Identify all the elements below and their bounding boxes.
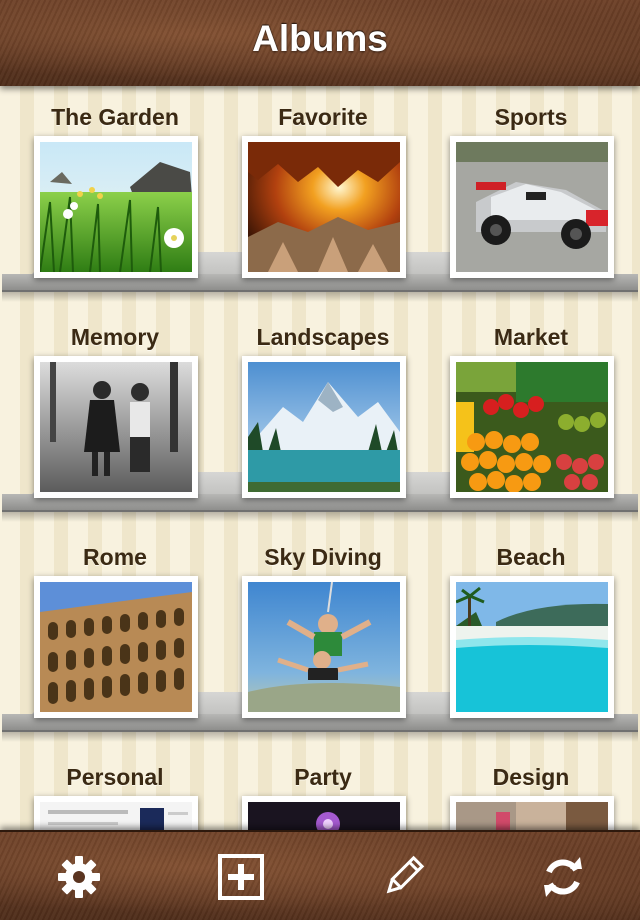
edit-button[interactable] [378,852,428,902]
album-title: Beach [496,544,566,570]
album-title: Landscapes [256,324,390,350]
garden-photo [40,142,192,272]
album-sky-diving[interactable]: Sky Diving [238,526,408,726]
fruit-photo [456,362,608,492]
album-title: Market [493,324,569,350]
album-the-garden[interactable]: The Garden [30,86,200,286]
album-thumbnail[interactable] [34,576,198,718]
album-thumbnail[interactable] [34,356,198,498]
party-photo [248,802,400,832]
album-market[interactable]: Market [446,306,616,506]
refresh-icon [544,857,582,897]
shelf-row: Rome Sky Diving Beach [0,526,640,746]
album-title: Favorite [278,104,368,130]
album-title: Sky Diving [264,544,382,570]
album-rome[interactable]: Rome [30,526,200,726]
album-shelves[interactable]: The Garden Favorite Sports Memory Landsc… [0,86,640,832]
album-thumbnail[interactable] [242,136,406,278]
album-thumbnail[interactable] [450,576,614,718]
album-title: Sports [494,104,568,130]
album-sports[interactable]: Sports [446,86,616,286]
screenshot-photo [40,802,192,832]
album-title: Memory [70,324,160,350]
add-album-icon [218,854,264,900]
album-landscapes[interactable]: Landscapes [238,306,408,506]
pencil-icon [386,855,425,894]
page-title: Albums [252,18,388,59]
album-thumbnail[interactable] [450,356,614,498]
album-thumbnail[interactable] [34,136,198,278]
album-favorite[interactable]: Favorite [238,86,408,286]
album-beach[interactable]: Beach [446,526,616,726]
album-thumbnail[interactable] [450,136,614,278]
racecar-photo [456,142,608,272]
header-bar: Albums [0,0,640,86]
shelf-row: Personal Party Design [0,746,640,832]
album-personal[interactable]: Personal [30,746,200,832]
album-thumbnail[interactable] [242,796,406,832]
album-party[interactable]: Party [238,746,408,832]
album-thumbnail[interactable] [242,576,406,718]
album-title: Design [492,764,570,790]
beach-photo [456,582,608,712]
album-title: Party [294,764,352,790]
shelf-row: Memory Landscapes Market [0,306,640,526]
album-title: Rome [83,544,147,570]
gear-icon [58,856,100,898]
album-thumbnail[interactable] [242,356,406,498]
album-memory[interactable]: Memory [30,306,200,506]
album-title: The Garden [51,104,179,130]
shelf-row: The Garden Favorite Sports [0,86,640,306]
album-design[interactable]: Design [446,746,616,832]
add-album-button[interactable] [216,852,266,902]
album-thumbnail[interactable] [450,796,614,832]
skydivers-photo [248,582,400,712]
settings-button[interactable] [54,852,104,902]
colosseum-photo [40,582,192,712]
bottom-toolbar [0,830,640,920]
album-title: Personal [66,764,164,790]
cave-photo [248,142,400,272]
refresh-button[interactable] [538,852,588,902]
mountain-photo [248,362,400,492]
album-thumbnail[interactable] [34,796,198,832]
interior-photo [456,802,608,832]
children-photo [40,362,192,492]
